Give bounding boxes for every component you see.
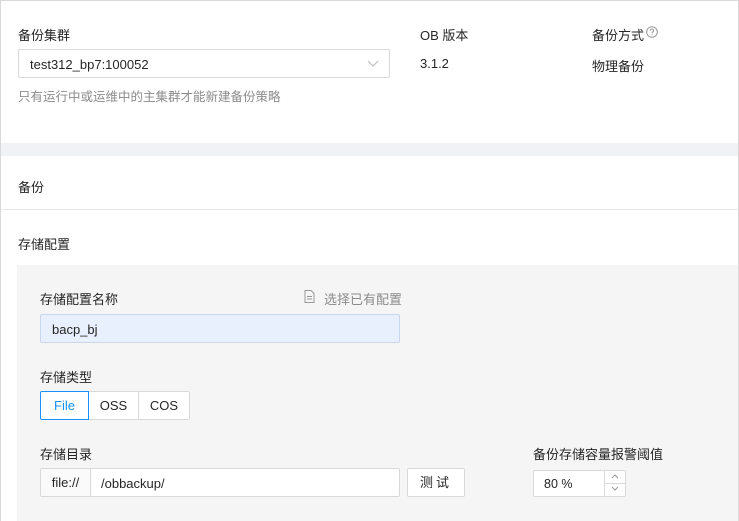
storage-name-label: 存储配置名称 <box>40 292 119 307</box>
file-icon[interactable] <box>304 290 315 303</box>
storage-type-file[interactable]: File <box>40 391 89 420</box>
storage-type-oss[interactable]: OSS <box>88 391 139 420</box>
storage-dir-input[interactable]: /obbackup/ <box>90 468 400 497</box>
chevron-down-icon <box>366 56 380 70</box>
select-existing-config-link[interactable]: 选择已有配置 <box>324 289 402 308</box>
storage-name-value: bacp_bj <box>52 322 98 337</box>
chevron-down-icon[interactable] <box>605 484 625 497</box>
threshold-label: 备份存储容量报警阈值 <box>533 447 664 462</box>
storage-dir-value: /obbackup/ <box>101 476 165 491</box>
cluster-hint: 只有运行中或运维中的主集群才能新建备份策略 <box>18 90 281 104</box>
cluster-select-value: test312_bp7:100052 <box>30 57 149 72</box>
storage-type-label: 存储类型 <box>40 370 93 385</box>
storage-name-input[interactable]: bacp_bj <box>40 314 400 343</box>
cluster-label: 备份集群 <box>18 28 71 43</box>
ob-version-label: OB 版本 <box>420 28 469 43</box>
question-circle-icon[interactable] <box>646 26 658 38</box>
backup-method-label: 备份方式 <box>592 28 645 43</box>
divider <box>1 209 738 210</box>
threshold-input[interactable]: 80 % <box>533 470 626 497</box>
threshold-stepper[interactable] <box>604 471 625 496</box>
ob-version-value: 3.1.2 <box>420 56 449 71</box>
section-separator <box>1 143 738 156</box>
cluster-select[interactable]: test312_bp7:100052 <box>18 49 390 78</box>
dir-prefix: file:// <box>40 468 91 497</box>
backup-section-title: 备份 <box>18 180 45 195</box>
test-button[interactable]: 测试 <box>407 468 465 497</box>
storage-section-title: 存储配置 <box>18 237 71 252</box>
storage-dir-label: 存储目录 <box>40 447 93 462</box>
storage-type-cos[interactable]: COS <box>138 391 190 420</box>
backup-method-value: 物理备份 <box>592 59 645 74</box>
chevron-up-icon[interactable] <box>605 471 625 484</box>
threshold-value: 80 % <box>544 477 573 491</box>
